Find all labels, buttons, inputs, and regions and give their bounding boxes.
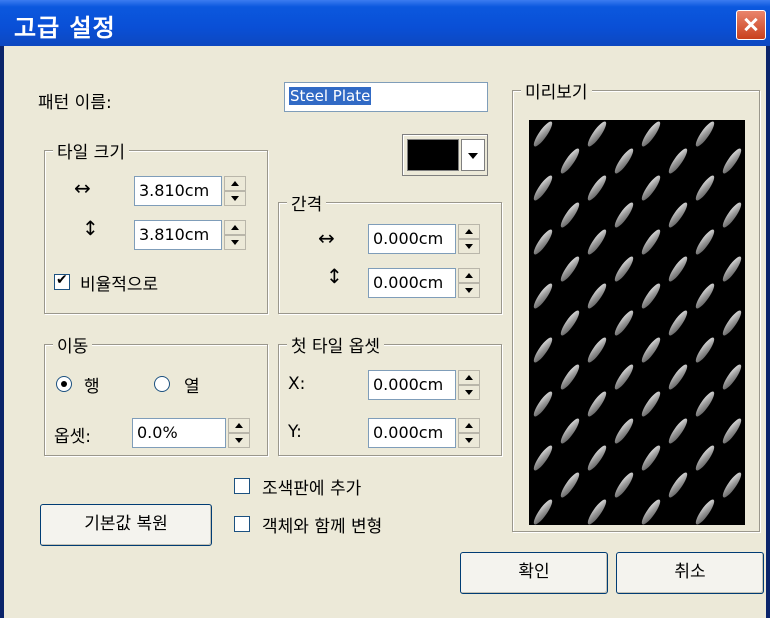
move-legend: 이동	[53, 332, 93, 357]
spin-down-icon[interactable]	[458, 283, 480, 298]
color-swatch	[407, 139, 459, 171]
spacing-horizontal-field[interactable]: 0.000cm	[368, 224, 456, 254]
vertical-arrows-icon: ↕	[82, 216, 99, 240]
add-to-swatches-label: 조색판에 추가	[262, 479, 362, 499]
vertical-arrows-icon: ↕	[326, 264, 343, 288]
y-offset-spin[interactable]	[458, 418, 480, 448]
offset-field[interactable]: 0.0%	[132, 418, 226, 448]
column-radio[interactable]	[154, 376, 170, 392]
x-offset-spin[interactable]	[458, 370, 480, 400]
spin-down-icon[interactable]	[224, 235, 246, 250]
chevron-down-icon[interactable]	[461, 139, 485, 171]
tile-size-legend: 타일 크기	[53, 138, 129, 163]
spin-down-icon[interactable]	[458, 239, 480, 254]
pattern-name-value: Steel Plate	[289, 87, 372, 105]
title-bar[interactable]: 고급 설정	[0, 0, 770, 46]
close-icon[interactable]	[736, 10, 766, 40]
diamond-plate-pattern	[529, 120, 745, 525]
spacing-vertical-field[interactable]: 0.000cm	[368, 268, 456, 298]
cancel-button[interactable]: 취소	[616, 552, 764, 594]
spin-down-icon[interactable]	[458, 433, 480, 448]
color-picker-button[interactable]	[402, 134, 488, 176]
y-offset-field[interactable]: 0.000cm	[368, 418, 456, 448]
tile-width-spin[interactable]	[224, 176, 246, 206]
offset-label: 옵셋:	[54, 427, 92, 447]
proportional-label: 비율적으로	[80, 275, 159, 295]
horizontal-arrows-icon: ↔	[318, 226, 335, 250]
transform-with-object-checkbox[interactable]	[234, 516, 250, 532]
dialog-window: 고급 설정 패턴 이름: Steel Plate 타일 크기 ↔ 3.810cm…	[0, 0, 770, 618]
first-tile-offset-legend: 첫 타일 옵셋	[287, 332, 385, 357]
x-offset-field[interactable]: 0.000cm	[368, 370, 456, 400]
spin-up-icon[interactable]	[458, 268, 480, 283]
spin-up-icon[interactable]	[224, 176, 246, 191]
row-label: 행	[84, 377, 100, 397]
dialog-title: 고급 설정	[14, 14, 116, 42]
spin-up-icon[interactable]	[458, 224, 480, 239]
x-label: X:	[288, 374, 306, 394]
offset-spin[interactable]	[228, 418, 250, 448]
transform-with-object-label: 객체와 함께 변형	[262, 517, 383, 537]
tile-width-field[interactable]: 3.810cm	[134, 176, 222, 206]
spin-up-icon[interactable]	[458, 418, 480, 433]
y-label: Y:	[288, 422, 302, 442]
preview-legend: 미리보기	[521, 78, 592, 103]
pattern-preview	[529, 120, 745, 525]
spin-up-icon[interactable]	[228, 418, 250, 433]
proportional-checkbox[interactable]	[54, 272, 70, 290]
spacing-legend: 간격	[287, 190, 327, 215]
row-radio[interactable]	[56, 376, 72, 392]
horizontal-arrows-icon: ↔	[74, 176, 91, 200]
ok-button[interactable]: 확인	[460, 552, 608, 594]
pattern-name-input[interactable]: Steel Plate	[284, 82, 488, 112]
tile-height-spin[interactable]	[224, 220, 246, 250]
column-label: 열	[184, 377, 200, 397]
spacing-vertical-spin[interactable]	[458, 268, 480, 298]
pattern-name-label: 패턴 이름:	[38, 93, 112, 113]
spin-down-icon[interactable]	[228, 433, 250, 448]
spin-up-icon[interactable]	[224, 220, 246, 235]
spin-down-icon[interactable]	[458, 385, 480, 400]
spacing-horizontal-spin[interactable]	[458, 224, 480, 254]
tile-height-field[interactable]: 3.810cm	[134, 220, 222, 250]
spin-up-icon[interactable]	[458, 370, 480, 385]
reset-defaults-button[interactable]: 기본값 복원	[40, 504, 212, 546]
spin-down-icon[interactable]	[224, 191, 246, 206]
add-to-swatches-checkbox[interactable]	[234, 478, 250, 494]
